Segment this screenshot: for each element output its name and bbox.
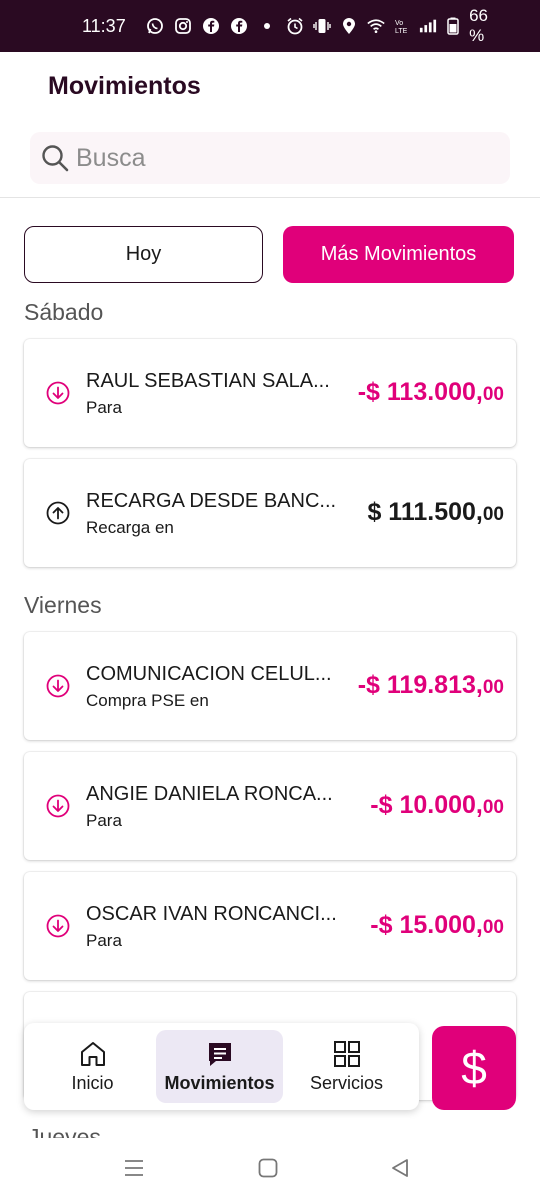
system-nav-bar (0, 1140, 540, 1200)
amount-integer: $ 111.500, (367, 498, 483, 526)
battery-icon (446, 17, 460, 35)
nav-label: Movimientos (164, 1073, 275, 1093)
more-movements-button[interactable]: Más Movimientos (283, 226, 514, 283)
transaction-card[interactable]: ANGIE DANIELA RONCA... Para -$ 10.000,00 (24, 752, 516, 860)
amount-integer: -$ 113.000, (357, 378, 483, 406)
volte-icon: Vo LTE (394, 17, 410, 35)
movements-icon (205, 1039, 235, 1069)
transaction-subtitle: Para (86, 931, 122, 950)
alarm-icon (286, 17, 304, 35)
transaction-amount: -$ 113.000,00 (358, 378, 504, 407)
amount-decimals: 00 (482, 504, 504, 525)
nav-label: Inicio (71, 1073, 114, 1093)
page-title: Movimientos (48, 72, 201, 100)
search-input[interactable] (76, 143, 476, 173)
amount-decimals: 00 (482, 797, 504, 818)
transaction-card[interactable]: COMUNICACION CELUL... Compra PSE en -$ 1… (24, 632, 516, 740)
status-bar: 11:37 Vo LTE 66 % (0, 0, 540, 52)
nav-item-servicios[interactable]: Servicios (283, 1030, 410, 1103)
header-divider (0, 197, 540, 198)
section-label-sabado: Sábado (24, 299, 104, 325)
amount-decimals: 00 (482, 384, 504, 405)
home-icon (78, 1039, 108, 1069)
transaction-name: RAUL SEBASTIAN SALA... (86, 370, 330, 392)
svg-text:LTE: LTE (395, 28, 408, 35)
arrow-down-circle-icon (46, 674, 70, 698)
transaction-amount: -$ 10.000,00 (370, 791, 504, 820)
transaction-subtitle: Para (86, 398, 122, 417)
transaction-card[interactable]: RECARGA DESDE BANC... Recarga en $ 111.5… (24, 459, 516, 567)
nav-item-inicio[interactable]: Inicio (29, 1030, 156, 1103)
status-right: Vo LTE 66 % (286, 6, 500, 46)
whatsapp-icon (146, 17, 164, 35)
transaction-subtitle: Compra PSE en (86, 691, 209, 710)
amount-integer: -$ 10.000, (370, 791, 483, 819)
transaction-name: COMUNICACION CELUL... (86, 663, 332, 685)
recent-apps-icon[interactable] (122, 1156, 146, 1180)
grid-icon (332, 1039, 362, 1069)
section-label-viernes: Viernes (24, 592, 102, 618)
transaction-card[interactable]: RAUL SEBASTIAN SALA... Para -$ 113.000,0… (24, 339, 516, 447)
facebook-icon (202, 17, 220, 35)
dot-icon (258, 17, 276, 35)
nav-label: Servicios (309, 1073, 384, 1093)
amount-integer: -$ 15.000, (370, 911, 483, 939)
transaction-subtitle: Recarga en (86, 518, 174, 537)
transaction-name: RECARGA DESDE BANC... (86, 490, 337, 512)
arrow-down-circle-icon (46, 794, 70, 818)
transaction-amount: $ 111.500,00 (367, 498, 504, 527)
nav-item-movimientos[interactable]: Movimientos (156, 1030, 283, 1103)
instagram-icon (174, 17, 192, 35)
transaction-card[interactable]: OSCAR IVAN RONCANCI... Para -$ 15.000,00 (24, 872, 516, 980)
arrow-down-circle-icon (46, 381, 70, 405)
payment-fab-button[interactable]: $ (432, 1026, 516, 1110)
vibrate-icon (313, 17, 331, 35)
search-icon (40, 143, 70, 173)
section-label-jueves: Jueves (28, 1124, 101, 1138)
back-triangle-icon[interactable] (388, 1156, 412, 1180)
battery-percentage: 66 % (469, 6, 488, 45)
dollar-icon: $ (461, 1042, 487, 1094)
amount-integer: -$ 119.813, (357, 671, 483, 699)
signal-icon (419, 17, 437, 35)
transaction-name: ANGIE DANIELA RONCA... (86, 783, 333, 805)
transaction-amount: -$ 15.000,00 (370, 911, 504, 940)
wifi-icon (367, 17, 385, 35)
search-bar[interactable] (30, 132, 510, 184)
transaction-subtitle: Para (86, 811, 122, 830)
arrow-up-circle-icon (46, 501, 70, 525)
status-time: 11:37 (82, 15, 126, 36)
location-icon (340, 17, 358, 35)
today-button[interactable]: Hoy (24, 226, 263, 283)
amount-decimals: 00 (482, 917, 504, 938)
home-square-icon[interactable] (256, 1156, 280, 1180)
transaction-name: OSCAR IVAN RONCANCI... (86, 903, 337, 925)
transaction-amount: -$ 119.813,00 (358, 671, 504, 700)
bottom-nav: Inicio Movimientos Servicios (24, 1023, 419, 1110)
svg-text:Vo: Vo (395, 20, 403, 27)
amount-decimals: 00 (482, 677, 504, 698)
facebook-icon (230, 17, 248, 35)
arrow-down-circle-icon (46, 914, 70, 938)
